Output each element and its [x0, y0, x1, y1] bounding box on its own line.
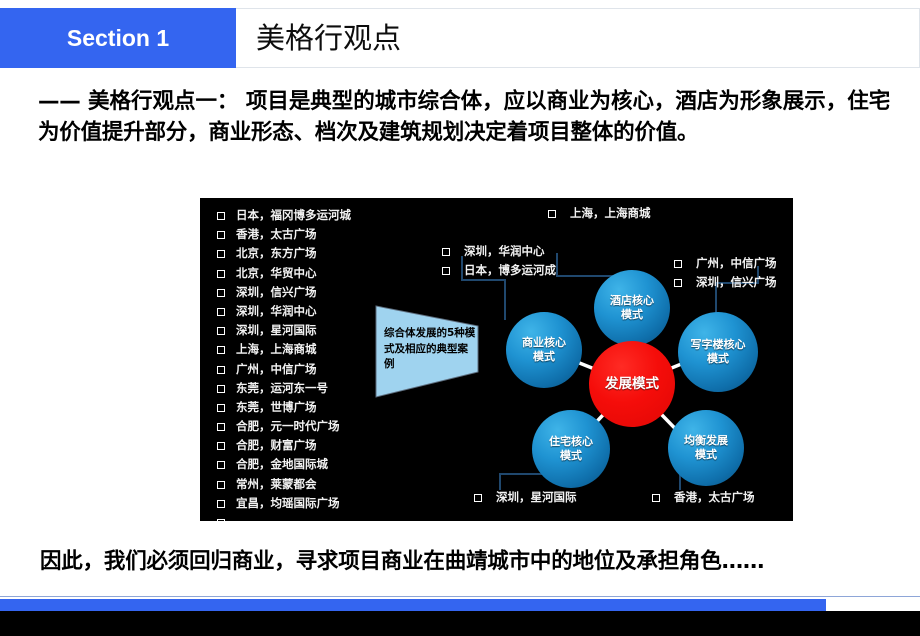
square-bullet-icon [652, 494, 660, 502]
node-balanced-label-line2: 模式 [695, 448, 717, 461]
annotation-row: 广州，中信广场 [672, 254, 777, 273]
annotation-row: 香港，太古广场 [650, 488, 755, 507]
node-balanced[interactable]: 均衡发展 模式 [668, 410, 744, 486]
node-center-label: 发展模式 [605, 376, 659, 392]
node-office-label-line1: 写字楼核心 [690, 338, 746, 351]
node-office[interactable]: 写字楼核心 模式 [678, 312, 758, 392]
page-title: 美格行观点 [256, 21, 402, 55]
node-residential-label-line2: 模式 [560, 449, 582, 462]
annotation-label: 深圳，华润中心 [464, 244, 545, 258]
development-model-diagram: 日本，福冈博多运河城 香港，太古广场 北京，东方广场 北京，华贸中心 深圳，信兴广场 深圳… [200, 198, 793, 521]
node-office-label-line2: 模式 [707, 352, 729, 365]
square-bullet-icon [674, 260, 682, 268]
node-commercial-label-line1: 商业核心 [522, 336, 566, 349]
node-residential[interactable]: 住宅核心 模式 [532, 410, 610, 488]
node-hotel-label-line1: 酒店核心 [610, 294, 654, 307]
footer-accent-bar [0, 599, 826, 611]
square-bullet-icon [674, 278, 682, 287]
intro-paragraph: —— 美格行观点一： 项目是典型的城市综合体，应以商业为核心，酒店为形象展示，住… [38, 89, 890, 145]
annotation-label: 上海，上海商城 [570, 206, 651, 220]
annotation-residential: 深圳，星河国际 [472, 488, 577, 507]
annotation-row: 深圳，星河国际 [472, 488, 577, 507]
square-bullet-icon [442, 266, 450, 275]
annotation-row: 深圳，华润中心 [440, 242, 556, 261]
slide-header: Section 1 美格行观点 [0, 8, 920, 68]
annotation-balanced: 香港，太古广场 [650, 488, 755, 507]
annotation-row: 日本，博多运河成 [440, 261, 556, 280]
annotation-label: 深圳，星河国际 [496, 490, 577, 504]
square-bullet-icon [548, 210, 556, 218]
footer-base-bar [0, 611, 920, 636]
annotation-row: 深圳，信兴广场 [672, 273, 777, 292]
node-hotel[interactable]: 酒店核心 模式 [594, 270, 670, 346]
section-label: Section 1 [66, 25, 170, 51]
node-center-development-model[interactable]: 发展模式 [589, 341, 675, 427]
annotation-label: 日本，博多运河成 [464, 262, 556, 277]
annotation-row: 上海，上海商城 [546, 204, 651, 223]
annotation-label: 深圳，信兴广场 [696, 274, 777, 289]
square-bullet-icon [442, 248, 450, 256]
annotation-office: 广州，中信广场 深圳，信兴广场 [672, 254, 777, 291]
annotation-label: 广州，中信广场 [696, 256, 777, 270]
annotation-hotel: 上海，上海商城 [546, 204, 651, 223]
node-residential-label-line1: 住宅核心 [549, 435, 593, 448]
annotation-label: 香港，太古广场 [674, 490, 755, 504]
node-balanced-label-line1: 均衡发展 [684, 434, 728, 447]
node-hotel-label-line2: 模式 [621, 308, 643, 321]
annotation-commercial: 深圳，华润中心 日本，博多运河成 [440, 242, 556, 279]
footer-hairline [0, 596, 920, 597]
square-bullet-icon [474, 494, 482, 502]
node-commercial[interactable]: 商业核心 模式 [506, 312, 582, 388]
node-commercial-label-line2: 模式 [533, 350, 555, 363]
closing-paragraph: 因此，我们必须回归商业，寻求项目商业在曲靖城市中的地位及承担角色…… [40, 549, 765, 574]
